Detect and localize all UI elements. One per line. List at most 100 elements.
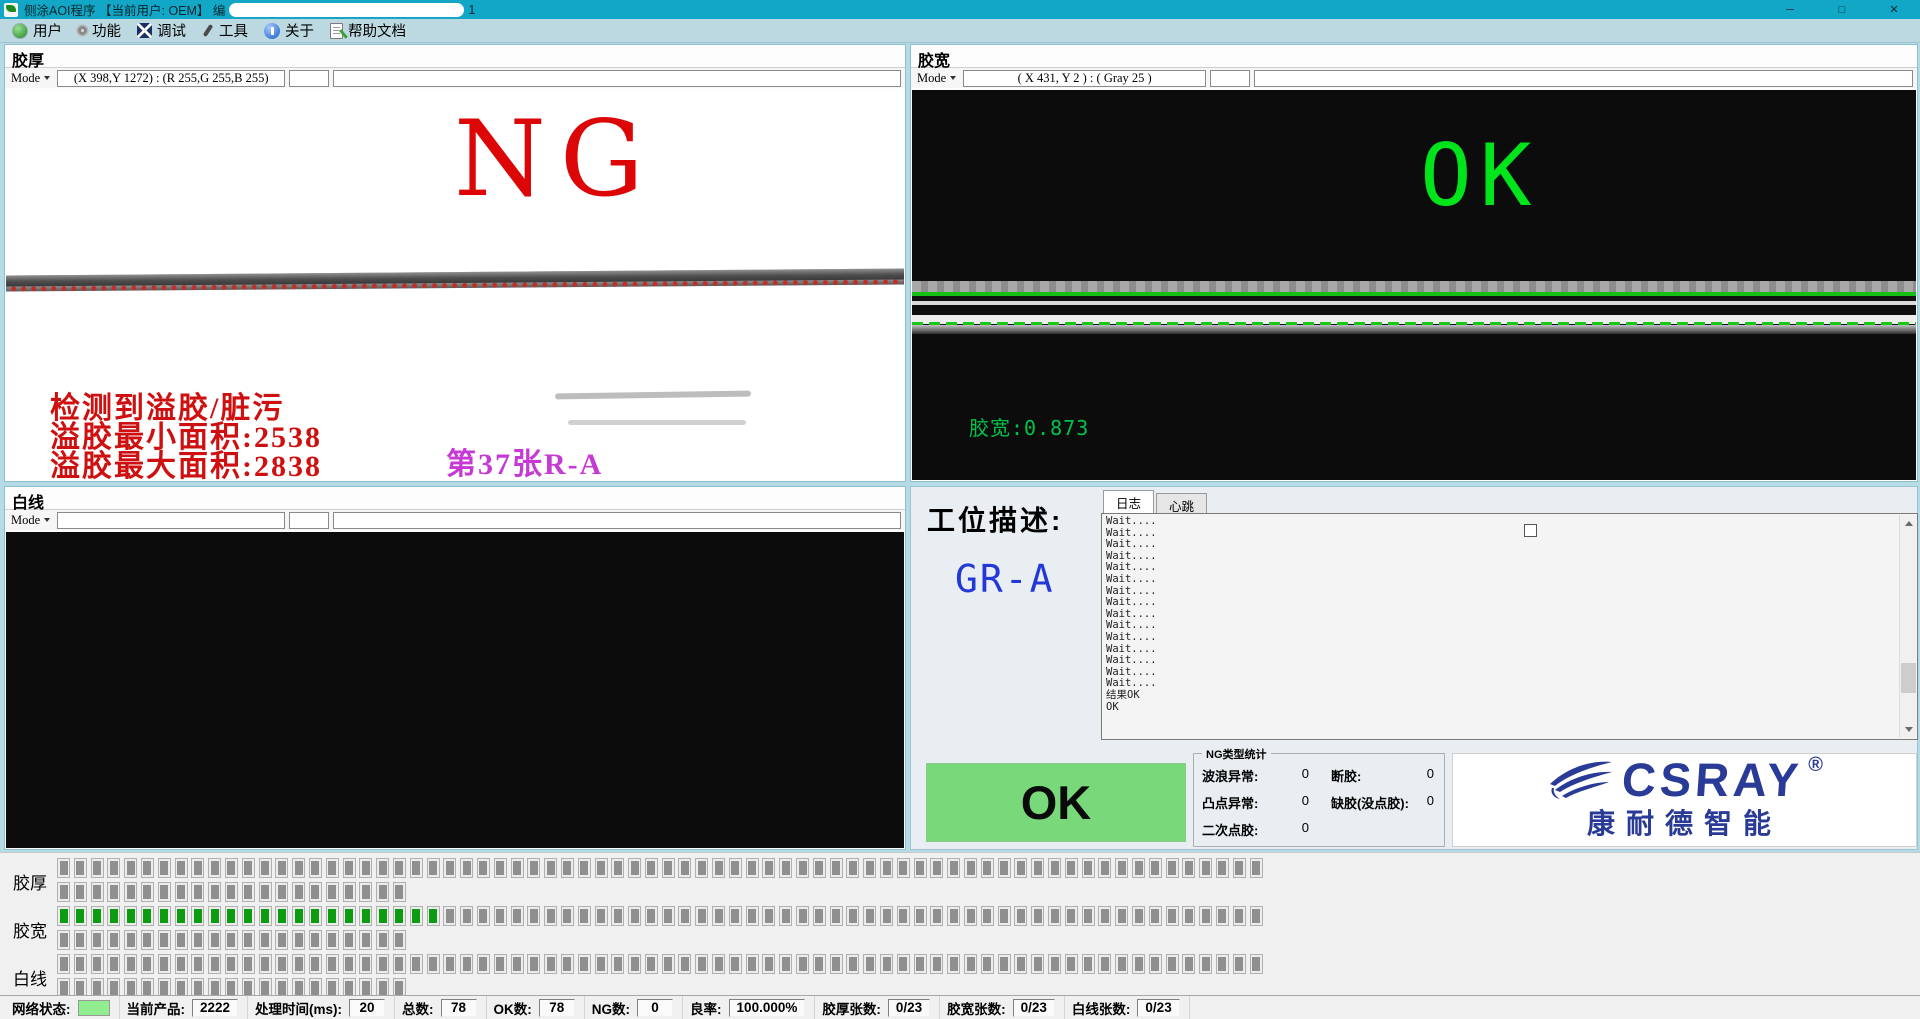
status-label: 处理时间(ms):: [255, 998, 342, 1018]
progress-cell: [1199, 954, 1212, 974]
progress-cell: [544, 906, 557, 926]
progress-cell: [124, 858, 137, 878]
overall-result-button[interactable]: OK: [926, 763, 1186, 842]
progress-cell: [91, 954, 104, 974]
progress-cell: [141, 906, 154, 926]
progress-square-row: [57, 906, 1266, 926]
mode-dropdown[interactable]: Mode: [914, 71, 959, 86]
menu-item-工具[interactable]: 工具: [198, 19, 260, 42]
status-label: 胶宽张数:: [947, 998, 1006, 1018]
scrollbar-thumb[interactable]: [1901, 663, 1916, 693]
progress-cell: [477, 858, 490, 878]
progress-cell: [158, 858, 171, 878]
station-info-region: 工位描述: GR-A 日志心跳 Wait....Wait....Wait....…: [910, 486, 1918, 850]
mode-bar-glue-width: Mode ( X 431, Y 2 ) : ( Gray 25 ): [911, 67, 1917, 88]
menu-item-调试[interactable]: 调试: [133, 19, 198, 42]
progress-cell: [779, 906, 792, 926]
mode-dropdown[interactable]: Mode: [8, 513, 53, 528]
progress-cell: [343, 906, 356, 926]
progress-cell: [393, 906, 406, 926]
progress-cell: [947, 858, 960, 878]
progress-cell: [527, 954, 540, 974]
progress-cell: [427, 954, 440, 974]
progress-cell: [124, 906, 137, 926]
progress-cell: [208, 930, 221, 950]
progress-cell: [460, 906, 473, 926]
menu-item-帮助文档[interactable]: 帮助文档: [326, 19, 418, 42]
glue-width-image[interactable]: OK 胶宽:0.873: [912, 90, 1916, 480]
status-value: 78: [441, 999, 477, 1017]
smudge-mark: [568, 420, 746, 425]
progress-cell: [191, 930, 204, 950]
progress-cell: [914, 906, 927, 926]
ng-stat-value: 0: [1302, 793, 1323, 812]
progress-cell: [830, 906, 843, 926]
progress-cell: [225, 930, 238, 950]
log-scrollbar[interactable]: [1899, 515, 1916, 738]
network-status-indicator: [78, 1000, 110, 1016]
scroll-up-icon[interactable]: [1900, 515, 1917, 532]
menu-item-关于[interactable]: 关于: [260, 19, 326, 42]
progress-label: 胶厚: [13, 869, 47, 894]
progress-label: 胶宽: [13, 917, 47, 942]
status-value: 78: [539, 999, 575, 1017]
progress-cell: [595, 954, 608, 974]
status-item: 胶厚张数:0/23: [815, 996, 940, 1019]
pixel-coords-readout: (X 398,Y 1272) : (R 255,G 255,B 255): [57, 70, 285, 87]
progress-group-胶厚: 胶厚: [0, 857, 1920, 905]
progress-cell: [695, 906, 708, 926]
mode-dropdown[interactable]: Mode: [8, 71, 53, 86]
progress-cell: [124, 954, 137, 974]
status-item: 良率:100.000%: [683, 996, 815, 1019]
progress-cell: [846, 906, 859, 926]
progress-label: 白线: [13, 965, 47, 990]
progress-cell: [964, 954, 977, 974]
log-tab-心跳[interactable]: 心跳: [1156, 493, 1207, 513]
progress-square-row: [57, 882, 410, 902]
status-item: 处理时间(ms):20: [248, 996, 395, 1019]
log-content[interactable]: Wait....Wait....Wait....Wait....Wait....…: [1101, 513, 1918, 740]
progress-cell: [393, 882, 406, 902]
progress-cell: [796, 858, 809, 878]
white-line-image[interactable]: [6, 532, 904, 848]
close-button[interactable]: ✕: [1868, 0, 1920, 19]
progress-cell: [107, 858, 120, 878]
progress-cell: [863, 906, 876, 926]
progress-cell: [275, 906, 288, 926]
progress-cell: [359, 906, 372, 926]
glue-thickness-image[interactable]: NG 检测到溢胶/脏污 溢胶最小面积:2538 溢胶最大面积:2838 第37张…: [6, 90, 904, 480]
progress-cell: [443, 954, 456, 974]
log-tab-日志[interactable]: 日志: [1103, 490, 1154, 513]
progress-cell: [947, 954, 960, 974]
progress-cell: [645, 906, 658, 926]
progress-cell: [1182, 906, 1195, 926]
progress-cell: [242, 858, 255, 878]
progress-cell: [326, 882, 339, 902]
window-title: 侧涂AOI程序 【当前用户: OEM】 编: [24, 0, 225, 19]
progress-cell: [275, 858, 288, 878]
gear-icon: [78, 26, 87, 35]
progress-cell: [561, 858, 574, 878]
status-label: OK数:: [494, 998, 532, 1018]
log-line: Wait....: [1106, 516, 1157, 528]
progress-cell: [846, 954, 859, 974]
progress-cell: [611, 858, 624, 878]
statusbar: 网络状态:当前产品:2222处理时间(ms):20总数:78OK数:78NG数:…: [0, 995, 1920, 1019]
log-checkbox[interactable]: [1524, 524, 1537, 537]
progress-cell: [91, 906, 104, 926]
minimize-button[interactable]: ─: [1764, 0, 1816, 19]
progress-cell: [1250, 954, 1263, 974]
scroll-down-icon[interactable]: [1900, 721, 1917, 738]
progress-cell: [1014, 954, 1027, 974]
progress-cell: [1149, 954, 1162, 974]
menu-item-用户[interactable]: 用户: [8, 19, 74, 42]
ng-stat-row: 缺胶(没点胶):0: [1331, 793, 1438, 812]
info-box-long: [333, 512, 901, 529]
progress-cell: [1216, 906, 1229, 926]
menu-item-功能[interactable]: 功能: [74, 19, 133, 42]
maximize-button[interactable]: □: [1816, 0, 1868, 19]
window-title-suffix: 1: [468, 3, 475, 17]
progress-group-胶宽: 胶宽: [0, 905, 1920, 953]
progress-cell: [1082, 906, 1095, 926]
progress-cell: [1031, 858, 1044, 878]
